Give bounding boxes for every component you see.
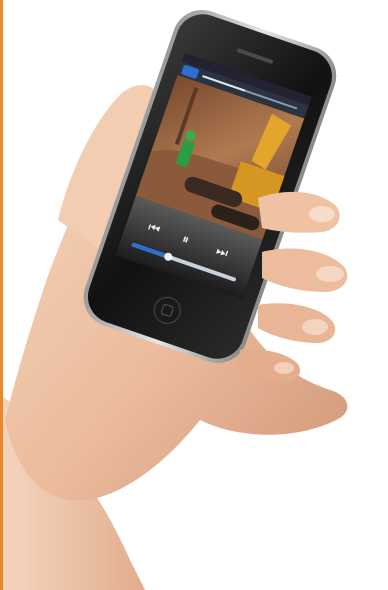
product-photo: ⏮ ⏸ ⏭ xyxy=(0,0,388,590)
fingernail-pinky xyxy=(274,362,294,374)
fingernail-ring xyxy=(302,319,328,335)
fingernail-index xyxy=(309,206,335,222)
hand-holding-phone-illustration: ⏮ ⏸ ⏭ xyxy=(0,10,348,590)
orange-edge-line xyxy=(0,0,3,590)
fingernail-middle xyxy=(316,266,344,282)
